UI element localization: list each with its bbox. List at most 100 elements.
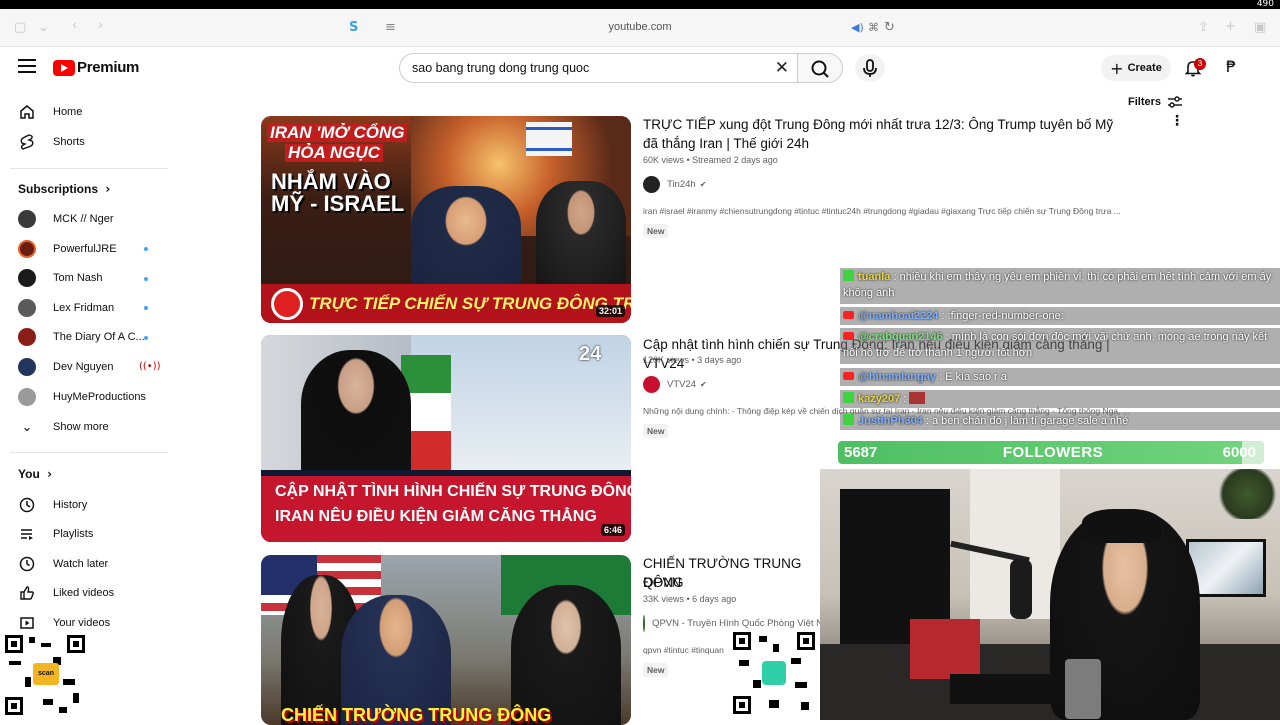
youtube-premium-logo[interactable]: Premium — [53, 59, 139, 76]
menu-icon[interactable] — [18, 59, 36, 75]
filters-label: Filters — [1128, 96, 1162, 108]
person-image — [411, 186, 521, 286]
address-bar[interactable]: youtube.com — [560, 21, 720, 33]
sidebar-item-label: PowerfulJRE — [53, 243, 117, 255]
shorts-icon — [18, 133, 36, 151]
translate-icon[interactable]: ⌘ — [868, 21, 879, 34]
forward-icon[interactable]: › — [98, 18, 103, 33]
filters-button[interactable]: Filters — [1128, 95, 1183, 109]
avatar — [18, 358, 36, 376]
sidebar-item-label: Home — [53, 106, 83, 118]
chevron-right-icon: › — [47, 467, 53, 481]
followers-goal: 6000 — [1222, 444, 1256, 461]
sidebar-item-label: Lex Fridman — [53, 302, 115, 314]
chevron-down-icon: ⌄ — [21, 419, 33, 435]
voice-search-button[interactable] — [855, 54, 885, 82]
extension-icon[interactable]: S — [349, 20, 358, 35]
streamer-hair-image — [1082, 509, 1162, 543]
search-input[interactable] — [412, 61, 762, 75]
new-content-dot — [144, 306, 148, 310]
notification-count-badge: 3 — [1194, 58, 1206, 70]
sidebar-item-home[interactable]: Home — [18, 101, 82, 123]
avatar — [18, 388, 36, 406]
tabs-overview-icon[interactable]: ▣ — [1254, 20, 1266, 35]
video-duration: 32:01 — [595, 305, 625, 317]
sidebar-item-liked-videos[interactable]: Liked videos — [18, 582, 114, 604]
channel-link[interactable]: VTV24 ✔ — [643, 376, 707, 393]
avatar — [18, 299, 36, 317]
youtube-icon — [843, 372, 854, 380]
qr-code-right — [731, 630, 817, 716]
search-button[interactable] — [797, 53, 843, 83]
thumbnail-text: CHIẾN TRƯỜNG TRUNG ĐÔNG — [281, 705, 552, 725]
video-title-continued[interactable]: QPVN — [643, 573, 823, 592]
qr-code-left: scan — [3, 633, 87, 717]
share-icon[interactable]: ⇪ — [1198, 20, 1209, 35]
youtube-logo-icon — [53, 59, 75, 76]
sidebar-sub-2[interactable]: Tom Nash — [18, 267, 103, 289]
filters-icon — [1168, 96, 1183, 108]
subscriptions-heading[interactable]: Subscriptions › — [18, 182, 110, 196]
reader-icon[interactable]: ≡ — [385, 20, 396, 35]
sidebar-toggle-icon[interactable]: ▢ — [14, 20, 26, 35]
show-more-button[interactable]: ⌄ Show more — [18, 416, 109, 438]
system-status-bar: 490 — [0, 0, 1280, 9]
channel-link[interactable]: Tin24h ✔ — [643, 176, 706, 193]
person-image — [301, 350, 411, 470]
chat-text: : — [903, 393, 907, 405]
sidebar-sub-3[interactable]: Lex Fridman — [18, 297, 114, 319]
person-image — [536, 181, 626, 286]
video-thumbnail[interactable]: IRAN 'MỞ CỔNG HỎA NGỤC NHẮM VÀO MỸ - ISR… — [261, 116, 631, 323]
webcam-feed — [820, 469, 1280, 720]
video-meta: 120K views • 3 days ago — [643, 355, 742, 365]
chat-username: kazy207 — [858, 393, 901, 405]
sidebar-item-history[interactable]: History — [18, 494, 87, 516]
sidebar-sub-0[interactable]: MCK // Nger — [18, 208, 114, 230]
new-tab-icon[interactable]: + — [1225, 19, 1236, 34]
video-description: qpvn #tintuc #tinquan — [643, 645, 724, 655]
kick-icon — [843, 392, 854, 403]
video-description: iran #israel #iranmy #chiensutrungdong #… — [643, 206, 1121, 216]
reload-icon[interactable]: ↻ — [884, 20, 895, 35]
chat-message: @namhoai2224 : :finger-red-number-one: — [840, 307, 1280, 325]
search-box[interactable]: ✕ — [399, 53, 798, 83]
chevron-down-icon[interactable]: ⌄ — [38, 20, 49, 35]
sidebar-sub-4[interactable]: The Diary Of A C... — [18, 326, 145, 348]
sidebar-sub-6[interactable]: HuyMeProductions — [18, 386, 146, 408]
video-thumbnail[interactable]: CHIẾN TRƯỜNG TRUNG ĐÔNG — [261, 555, 631, 725]
premium-membership-icon[interactable]: ₱ — [1226, 57, 1246, 79]
chat-username: @hinamlangay — [858, 371, 936, 383]
chat-emote-image — [909, 392, 926, 404]
vtv24-logo: 24 — [579, 343, 602, 365]
qr-finder — [733, 696, 751, 714]
audio-icon[interactable]: ◀) — [851, 21, 864, 34]
back-icon[interactable]: ‹ — [72, 18, 77, 33]
video-title[interactable]: TRỰC TIẾP xung đột Trung Đông mới nhất t… — [643, 115, 1123, 153]
sidebar-item-label: MCK // Nger — [53, 213, 114, 225]
sidebar-item-playlists[interactable]: Playlists — [18, 523, 93, 545]
clear-search-icon[interactable]: ✕ — [775, 58, 789, 78]
youtube-icon — [843, 311, 854, 319]
sidebar-item-watch-later[interactable]: Watch later — [18, 553, 108, 575]
person-image — [511, 585, 621, 725]
you-heading[interactable]: You › — [18, 467, 52, 481]
sidebar-sub-1[interactable]: PowerfulJRE — [18, 238, 117, 260]
create-button[interactable]: + Create — [1101, 55, 1171, 81]
watch-later-icon — [18, 555, 36, 573]
new-badge: New — [643, 224, 669, 238]
video-thumbnail[interactable]: 24 CẬP NHẬT TÌNH HÌNH CHIẾN SỰ TRUNG ĐÔN… — [261, 335, 631, 542]
sidebar-item-your-videos[interactable]: Your videos — [18, 612, 110, 634]
sidebar-item-shorts[interactable]: Shorts — [18, 131, 85, 153]
browser-toolbar: ▢ ⌄ ‹ › S ≡ youtube.com ◀) ⌘ ↻ ⇪ + ▣ — [0, 9, 1280, 47]
more-options-icon[interactable]: ⋮ — [1170, 113, 1184, 129]
new-badge: New — [643, 424, 669, 438]
verified-icon: ✔ — [699, 180, 707, 189]
subscriptions-title: Subscriptions — [18, 182, 99, 196]
channel-name: Tin24h — [667, 179, 696, 190]
search-icon — [811, 60, 829, 78]
microphone-icon — [863, 59, 877, 77]
sidebar-sub-5[interactable]: Dev Nguyen — [18, 356, 114, 378]
logo-text: Premium — [77, 59, 140, 76]
qr-finder — [5, 697, 23, 715]
chat-message: @hinamlangay : E kìa sao r a — [840, 368, 1280, 386]
